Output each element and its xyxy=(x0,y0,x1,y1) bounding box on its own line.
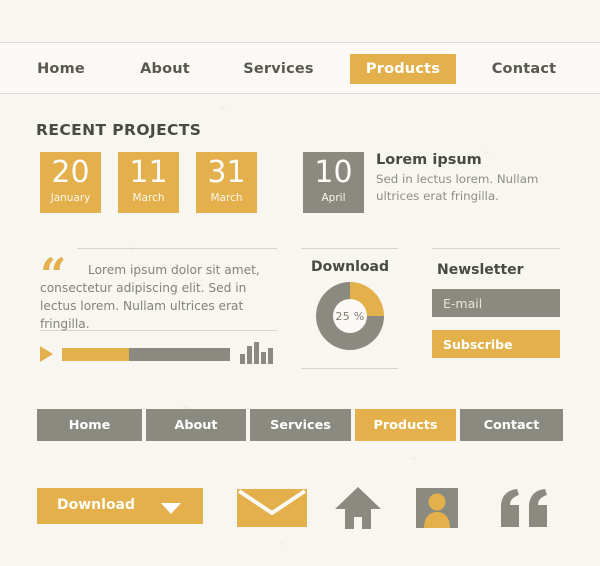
donut-center: 25 % xyxy=(333,299,367,333)
download-button-label: Download xyxy=(57,497,136,513)
page-title: RECENT PROJECTS xyxy=(36,121,202,139)
newsletter-top-rule xyxy=(432,248,560,249)
button-row-contact[interactable]: Contact xyxy=(460,409,563,441)
nav-item-products[interactable]: Products xyxy=(350,54,456,84)
date-tile-3[interactable]: 31 March xyxy=(196,152,257,213)
chevron-down-icon xyxy=(161,503,181,514)
button-row-about[interactable]: About xyxy=(146,409,246,441)
equalizer-bar xyxy=(240,354,245,364)
envelope-icon[interactable] xyxy=(237,489,307,531)
equalizer-icon xyxy=(240,342,273,364)
nav-item-contact[interactable]: Contact xyxy=(484,43,564,94)
equalizer-bar xyxy=(268,347,273,364)
nav-item-services[interactable]: Services xyxy=(236,43,321,94)
progress-bar-track[interactable] xyxy=(62,348,230,361)
equalizer-bar xyxy=(247,346,252,364)
quote-icon[interactable] xyxy=(495,489,551,531)
download-button[interactable]: Download xyxy=(37,488,203,524)
donut-percent-label: 25 % xyxy=(335,309,365,323)
user-avatar-icon[interactable] xyxy=(416,488,458,532)
feature-text: Sed in lectus lorem. Nullam ultrices era… xyxy=(376,172,539,203)
nav-item-about[interactable]: About xyxy=(130,43,200,94)
email-field[interactable] xyxy=(432,289,560,317)
date-day: 31 xyxy=(207,155,246,190)
button-row-products[interactable]: Products xyxy=(355,409,456,441)
download-donut-chart: 25 % xyxy=(316,282,384,350)
quote-text: Lorem ipsum dolor sit amet, consectetur … xyxy=(40,263,260,331)
download-bottom-rule xyxy=(301,368,398,369)
date-month: March xyxy=(210,192,243,204)
progress-bar-fill xyxy=(62,348,130,361)
button-row-services[interactable]: Services xyxy=(250,409,351,441)
date-tile-2[interactable]: 11 March xyxy=(118,152,179,213)
button-row-home[interactable]: Home xyxy=(37,409,142,441)
download-widget-label: Download xyxy=(311,259,390,275)
play-icon[interactable] xyxy=(40,346,53,362)
top-navbar: Home About Services Products Contact xyxy=(0,43,600,94)
date-month: March xyxy=(132,192,165,204)
date-day: 11 xyxy=(129,155,168,190)
date-day: 10 xyxy=(314,155,353,190)
nav-item-home[interactable]: Home xyxy=(26,43,96,94)
date-tile-1[interactable]: 20 January xyxy=(40,152,101,213)
home-icon[interactable] xyxy=(335,487,381,533)
date-tile-4[interactable]: 10 April xyxy=(303,152,364,213)
feature-title: Lorem ipsum xyxy=(376,152,482,168)
date-month: April xyxy=(321,192,346,204)
equalizer-bar xyxy=(261,351,266,364)
date-month: January xyxy=(50,192,91,204)
equalizer-bar xyxy=(254,342,259,364)
download-top-rule xyxy=(301,248,398,249)
date-day: 20 xyxy=(51,155,90,190)
page-root: Home About Services Products Contact REC… xyxy=(0,0,600,566)
quote-top-rule xyxy=(77,248,277,249)
newsletter-label: Newsletter xyxy=(437,262,524,278)
subscribe-button[interactable]: Subscribe xyxy=(432,330,560,358)
